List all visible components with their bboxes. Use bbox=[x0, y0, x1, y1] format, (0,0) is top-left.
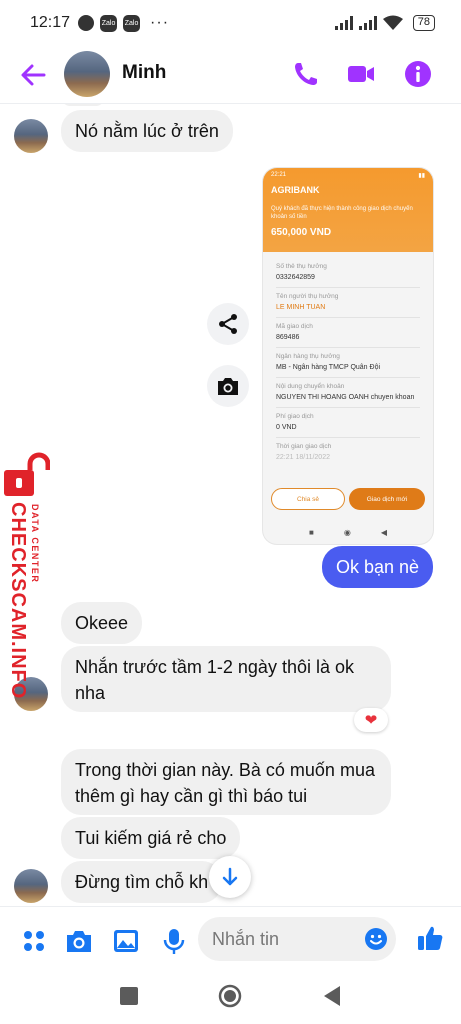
receipt-value: MB - Ngân hàng TMCP Quân Đội bbox=[276, 364, 381, 371]
receipt-phone-nav: ■ ◉ ◀ bbox=[263, 520, 433, 544]
watermark-sub-text: DATA CENTER bbox=[30, 504, 40, 584]
lock-logo-icon bbox=[4, 452, 50, 496]
like-icon[interactable] bbox=[416, 924, 444, 952]
contact-avatar[interactable] bbox=[64, 51, 110, 97]
gallery-icon[interactable] bbox=[112, 927, 140, 955]
square-icon: ■ bbox=[309, 527, 314, 537]
message-bubble[interactable]: Tui kiếm giá rẻ cho bbox=[61, 817, 241, 859]
home-icon[interactable] bbox=[218, 984, 242, 1008]
system-navigation-bar bbox=[0, 972, 461, 1024]
receipt-row: Nội dung chuyển khoản NGUYEN THI HOANG OA… bbox=[276, 378, 420, 408]
receipt-new-transaction-button: Giao dịch mới bbox=[349, 488, 425, 510]
status-bar: 12:17 Zalo Zalo ··· 78 bbox=[0, 0, 461, 46]
message-composer bbox=[0, 906, 461, 972]
receipt-share-button: Chia sẻ bbox=[271, 488, 345, 510]
message-bubble[interactable]: Okeee bbox=[61, 602, 143, 644]
receipt-label: Thời gian giao dịch bbox=[276, 443, 332, 450]
wifi-icon bbox=[382, 15, 403, 30]
share-button[interactable] bbox=[207, 303, 249, 345]
receipt-details: Số thẻ thụ hưởng 0332642859 Tên người thụ… bbox=[263, 252, 433, 473]
previous-bubble-edge bbox=[62, 104, 104, 106]
message-input[interactable] bbox=[198, 917, 348, 961]
receipt-amount: 650,000 VND bbox=[271, 227, 332, 238]
receipt-value: 22:21 18/11/2022 bbox=[276, 454, 330, 461]
receipt-header: 22:21 ▮▮ AGRIBANK Quý khách đã thực hiện … bbox=[263, 168, 433, 252]
heart-reaction-icon[interactable]: ❤ bbox=[354, 708, 388, 732]
receipt-value: LE MINH TUAN bbox=[276, 304, 326, 311]
transfer-receipt-image[interactable]: 22:21 ▮▮ AGRIBANK Quý khách đã thực hiện … bbox=[263, 168, 433, 544]
share-icon bbox=[219, 314, 237, 334]
receipt-value: NGUYEN THI HOANG OANH chuyen khoan bbox=[276, 394, 415, 401]
contact-avatar-small[interactable] bbox=[14, 119, 48, 153]
camera-icon bbox=[218, 378, 238, 395]
more-notifications-icon: ··· bbox=[150, 14, 170, 31]
receipt-value: 0 VND bbox=[276, 424, 297, 431]
status-time: 12:17 bbox=[30, 14, 71, 31]
signal-icon bbox=[334, 16, 353, 30]
receipt-row: Tên người thụ hưởng LE MINH TUAN bbox=[276, 288, 420, 318]
receipt-row: Phí giao dịch 0 VND bbox=[276, 408, 420, 438]
phone-call-icon[interactable] bbox=[292, 60, 320, 88]
menu-dots-icon[interactable] bbox=[20, 927, 48, 955]
receipt-status-icons: ▮▮ bbox=[418, 173, 425, 179]
signal-icon-2 bbox=[358, 16, 377, 30]
receipt-label: Phí giao dịch bbox=[276, 413, 314, 420]
message-list[interactable]: Nó nằm lúc ở trên 22:21 ▮▮ AGRIBANK Quý k… bbox=[0, 104, 461, 906]
receipt-row: Số thẻ thụ hưởng 0332642859 bbox=[276, 258, 420, 288]
receipt-row: Ngân hàng thụ hưởng MB - Ngân hàng TMCP Q… bbox=[276, 348, 420, 378]
message-bubble[interactable]: Trong thời gian này. Bà có muốn mua thêm… bbox=[61, 749, 391, 815]
contact-name[interactable]: Minh bbox=[122, 62, 166, 84]
receipt-row: Thời gian giao dịch 22:21 18/11/2022 bbox=[276, 438, 420, 467]
zalo-notification-icon-2: Zalo bbox=[123, 14, 141, 32]
receipt-label: Ngân hàng thụ hưởng bbox=[276, 353, 340, 360]
arrow-down-icon bbox=[222, 867, 238, 886]
watermark: CHECKSCAM.INFO DATA CENTER bbox=[2, 452, 50, 699]
receipt-buttons: Chia sẻ Giao dịch mới bbox=[271, 488, 425, 510]
receipt-label: Nội dung chuyển khoản bbox=[276, 383, 345, 390]
triangle-icon: ◀ bbox=[380, 527, 387, 537]
camera-button[interactable] bbox=[207, 365, 249, 407]
receipt-status-time: 22:21 bbox=[271, 172, 287, 178]
microphone-icon[interactable] bbox=[160, 927, 188, 955]
receipt-label: Tên người thụ hưởng bbox=[276, 293, 339, 300]
message-bubble[interactable]: Đừng tìm chỗ kh bbox=[61, 861, 223, 903]
receipt-message: Quý khách đã thực hiện thành công giao d… bbox=[271, 206, 413, 220]
chat-header: Minh bbox=[0, 46, 461, 104]
bank-logo: AGRIBANK bbox=[271, 185, 320, 195]
watermark-main-text: CHECKSCAM.INFO bbox=[7, 502, 29, 700]
message-bubble-outgoing[interactable]: Ok bạn nè bbox=[322, 546, 434, 588]
emoji-icon[interactable] bbox=[364, 927, 388, 951]
zalo-notification-icon: Zalo bbox=[100, 14, 118, 32]
camera-icon[interactable] bbox=[65, 927, 93, 955]
receipt-row: Mã giao dịch 869486 bbox=[276, 318, 420, 348]
scroll-to-bottom-button[interactable] bbox=[209, 856, 251, 898]
info-icon[interactable] bbox=[404, 60, 432, 88]
recent-apps-icon[interactable] bbox=[120, 987, 138, 1005]
receipt-label: Số thẻ thụ hưởng bbox=[276, 263, 327, 270]
receipt-label: Mã giao dịch bbox=[276, 323, 313, 330]
battery-indicator: 78 bbox=[412, 15, 435, 31]
contact-avatar-small[interactable] bbox=[14, 869, 48, 903]
message-bubble[interactable]: Nhắn trước tầm 1-2 ngày thôi là ok nha bbox=[61, 646, 391, 712]
message-bubble[interactable]: Nó nằm lúc ở trên bbox=[61, 110, 233, 152]
message-input-wrapper bbox=[198, 917, 396, 961]
video-call-icon[interactable] bbox=[347, 60, 375, 88]
receipt-value: 869486 bbox=[276, 334, 300, 341]
back-arrow-icon[interactable] bbox=[18, 60, 48, 90]
back-triangle-icon[interactable] bbox=[322, 985, 342, 1007]
circle-icon: ◉ bbox=[343, 527, 351, 537]
receipt-value: 0332642859 bbox=[276, 274, 315, 281]
messenger-notification-icon bbox=[78, 15, 95, 31]
